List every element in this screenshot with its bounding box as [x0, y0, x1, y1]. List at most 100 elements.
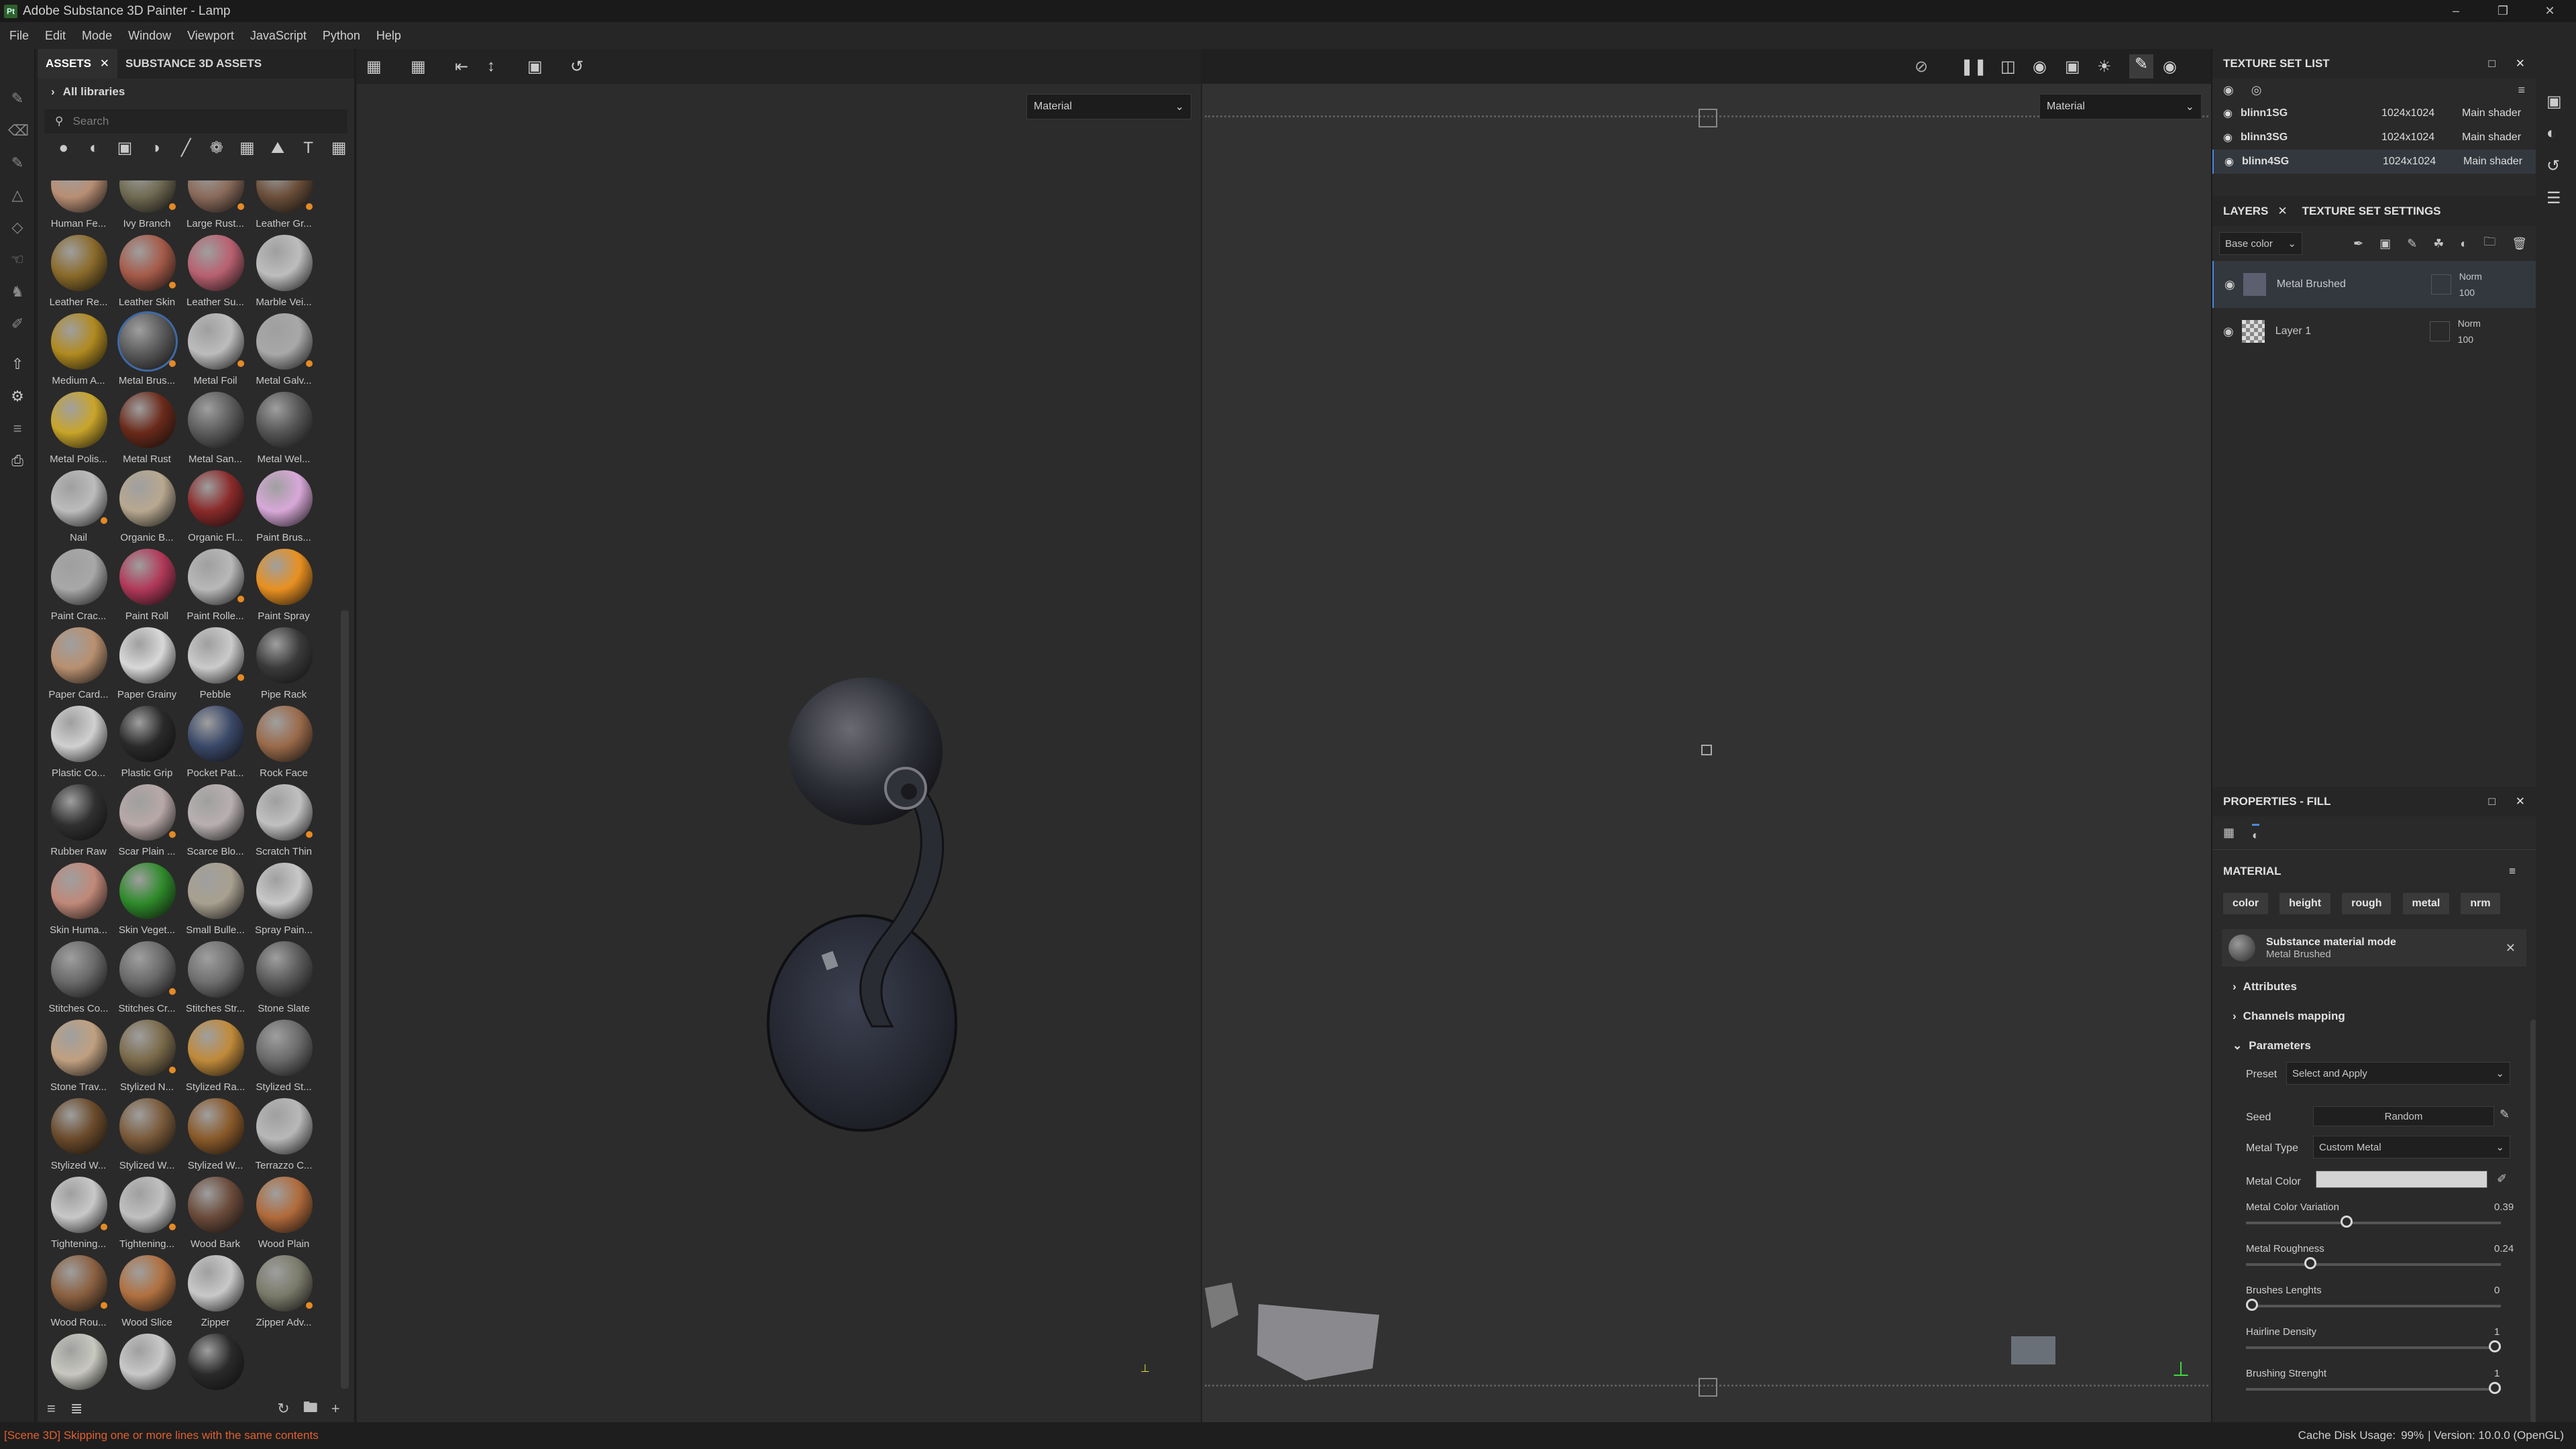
chip-rough[interactable]: rough: [2342, 893, 2392, 914]
asset-item[interactable]: Leather Gr...: [250, 180, 318, 235]
assets-scrollbar[interactable]: [341, 610, 349, 1389]
layer-opacity[interactable]: 100: [2459, 284, 2482, 301]
menu-edit[interactable]: Edit: [45, 29, 66, 43]
add-paint-layer-icon[interactable]: ✎: [2407, 237, 2417, 251]
asset-item[interactable]: Stylized Ra...: [181, 1020, 250, 1098]
asset-item[interactable]: Stone Slate: [250, 941, 318, 1020]
picker-icon[interactable]: ✐: [8, 315, 27, 333]
display-settings-icon[interactable]: ◐: [2546, 124, 2557, 143]
layer-row[interactable]: ◉ Metal Brushed Norm 100: [2212, 261, 2536, 308]
seed-edit-icon[interactable]: ✎: [2500, 1108, 2510, 1122]
menu-icon[interactable]: ≡: [2518, 83, 2525, 97]
asset-item[interactable]: Stylized W...: [181, 1098, 250, 1177]
float-icon[interactable]: □: [2488, 57, 2495, 70]
asset-item[interactable]: Leather Skin: [113, 235, 181, 313]
asset-item[interactable]: Metal Wel...: [250, 392, 318, 470]
history-icon[interactable]: ↺: [570, 57, 584, 76]
align-icon[interactable]: ⇤: [455, 57, 468, 76]
seed-random-button[interactable]: Random: [2313, 1106, 2494, 1126]
history-icon[interactable]: ↺: [2546, 156, 2560, 176]
layer-mask-slot[interactable]: [2430, 274, 2451, 294]
asset-item[interactable]: Metal Foil: [181, 313, 250, 392]
asset-item[interactable]: Wood Rou...: [44, 1255, 113, 1334]
section-attributes[interactable]: › Attributes: [2212, 972, 2536, 1002]
remove-material-icon[interactable]: ✕: [2506, 941, 2516, 955]
asset-item[interactable]: Terrazzo C...: [250, 1098, 318, 1177]
slider-value[interactable]: 0.24: [2494, 1243, 2514, 1254]
asset-item[interactable]: Stone Trav...: [44, 1020, 113, 1098]
slider-track[interactable]: [2246, 1299, 2501, 1311]
layer-blend-mode[interactable]: Norm: [2459, 268, 2482, 284]
asset-item[interactable]: Stitches Co...: [44, 941, 113, 1020]
uv-center-handle[interactable]: [1701, 745, 1712, 755]
screenshot-icon[interactable]: ◉: [2163, 57, 2177, 76]
chip-metal[interactable]: metal: [2402, 893, 2450, 914]
geometry-mask-icon[interactable]: △: [8, 186, 27, 205]
texture-set-row[interactable]: ◉ blinn1SG 1024x1024 Main shader: [2212, 101, 2536, 125]
slider-handle[interactable]: [2304, 1257, 2316, 1269]
asset-item[interactable]: Metal Polis...: [44, 392, 113, 470]
slider-handle[interactable]: [2489, 1340, 2501, 1352]
asset-item[interactable]: Paint Spray: [250, 549, 318, 627]
filter-list-icon[interactable]: ≣: [70, 1400, 83, 1417]
asset-item[interactable]: Organic Fl...: [181, 470, 250, 549]
asset-item[interactable]: Metal Brus...: [113, 313, 181, 392]
asset-item[interactable]: Stylized St...: [250, 1020, 318, 1098]
minimize-icon[interactable]: –: [2439, 0, 2473, 22]
asset-item[interactable]: Zipper Adv...: [113, 1334, 181, 1395]
shading-icon[interactable]: ◉: [2033, 57, 2047, 76]
asset-item[interactable]: Zipper Adv...: [44, 1334, 113, 1395]
grid-view-icon[interactable]: ▦: [411, 57, 426, 76]
menu-file[interactable]: File: [9, 29, 29, 43]
asset-item[interactable]: Nail: [44, 470, 113, 549]
material-tab-icon[interactable]: ◐: [2252, 823, 2259, 843]
paint-brush-icon[interactable]: ✎: [8, 89, 27, 108]
close-icon[interactable]: ✕: [2277, 205, 2287, 218]
asset-item[interactable]: Pocket Pat...: [181, 706, 250, 784]
asset-item[interactable]: Stitches Str...: [181, 941, 250, 1020]
pause-icon[interactable]: ❚❚: [1960, 57, 1987, 76]
channel-dropdown[interactable]: Base color ⌄: [2219, 232, 2302, 255]
metal-color-swatch[interactable]: [2316, 1171, 2487, 1188]
viewport-2d-material-dropdown[interactable]: Material ⌄: [2039, 94, 2202, 119]
eye-icon[interactable]: ◉: [2223, 107, 2233, 120]
asset-item[interactable]: Wood Slice: [113, 1255, 181, 1334]
folder-icon[interactable]: 🖿: [303, 1396, 318, 1421]
asset-item[interactable]: Plastic Co...: [44, 706, 113, 784]
asset-item[interactable]: Tightening...: [113, 1177, 181, 1255]
fill-settings-icon[interactable]: ▦: [2223, 826, 2235, 840]
asset-item[interactable]: Paper Card...: [44, 627, 113, 706]
menu-javascript[interactable]: JavaScript: [250, 29, 307, 43]
paint-mode-icon[interactable]: ✎: [2129, 54, 2153, 78]
asset-item[interactable]: Stylized W...: [44, 1098, 113, 1177]
asset-item[interactable]: Rubber Raw: [44, 784, 113, 863]
polygon-fill-icon[interactable]: ◇: [8, 218, 27, 237]
slider-track[interactable]: [2246, 1257, 2501, 1269]
material-menu-icon[interactable]: ≡: [2509, 865, 2516, 878]
filter-brushes-icon[interactable]: ╱: [170, 136, 201, 160]
filter-materials-icon[interactable]: ●: [48, 136, 79, 160]
uv-handle-top[interactable]: [1699, 109, 1717, 127]
tab-substance-3d-assets[interactable]: SUBSTANCE 3D ASSETS: [117, 49, 270, 78]
asset-item[interactable]: Wood Bark: [181, 1177, 250, 1255]
close-icon[interactable]: ✕: [2516, 795, 2525, 808]
asset-item[interactable]: Pebble: [181, 627, 250, 706]
menu-python[interactable]: Python: [323, 29, 360, 43]
asset-item[interactable]: Stitches Cr...: [113, 941, 181, 1020]
chip-color[interactable]: color: [2223, 893, 2269, 914]
menu-viewport[interactable]: Viewport: [187, 29, 234, 43]
section-parameters[interactable]: ⌄ Parameters: [2212, 1031, 2536, 1061]
slider-track[interactable]: [2246, 1340, 2501, 1352]
delete-layer-icon[interactable]: 🗑: [2512, 237, 2527, 251]
asset-item[interactable]: Paper Grainy: [113, 627, 181, 706]
eye-icon[interactable]: ◉: [2223, 325, 2234, 339]
filter-particles-icon[interactable]: ❁: [201, 136, 232, 160]
list-view-icon[interactable]: ≡: [47, 1400, 56, 1417]
slider-track[interactable]: [2246, 1216, 2501, 1228]
symmetry-icon[interactable]: ◫: [2000, 57, 2016, 76]
layer-row[interactable]: ◉ Layer 1 Norm 100: [2212, 308, 2536, 355]
material-mode-card[interactable]: Substance material mode Metal Brushed ✕: [2222, 929, 2526, 967]
asset-item[interactable]: Tightening...: [44, 1177, 113, 1255]
filter-textures-icon[interactable]: ▦: [232, 136, 263, 160]
display-settings-icon[interactable]: ⚙: [8, 387, 27, 406]
